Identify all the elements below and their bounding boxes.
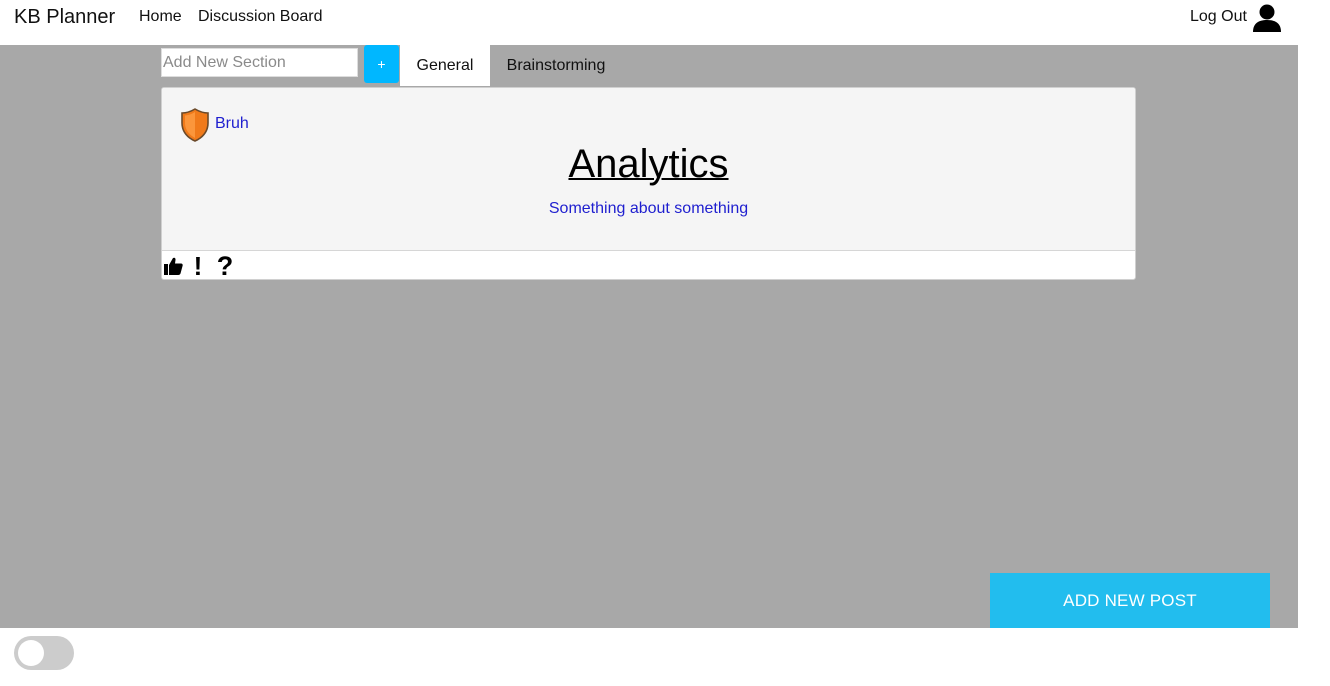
post-card-body: Bruh Analytics Something about something [162,88,1135,251]
user-icon[interactable] [1252,3,1282,33]
tab-brainstorming[interactable]: Brainstorming [494,45,618,86]
shield-icon [181,108,209,142]
navbar: KB Planner Home Discussion Board Log Out [0,0,1298,45]
add-section-input[interactable] [161,48,358,77]
post-description: Something about something [548,200,749,217]
post-title[interactable]: Analytics [162,142,1135,187]
exclamation-icon[interactable]: ! [188,251,208,280]
post-card: Bruh Analytics Something about something… [161,87,1136,280]
question-icon[interactable]: ? [214,251,236,280]
brand-title[interactable]: KB Planner [14,6,115,29]
nav-link-home[interactable]: Home [139,8,182,26]
thumbs-up-icon[interactable] [162,251,184,279]
main-content: + General Brainstorming Bruh Analytics S… [0,45,1298,628]
add-new-post-button[interactable]: ADD NEW POST [990,573,1270,628]
add-section-button[interactable]: + [364,45,399,83]
toggle-knob [18,640,44,666]
post-author-link[interactable]: Bruh [215,115,249,133]
tab-general[interactable]: General [400,45,490,86]
theme-toggle-switch[interactable] [14,636,74,670]
nav-link-discussion-board[interactable]: Discussion Board [198,8,323,26]
logout-link[interactable]: Log Out [1190,8,1247,26]
reaction-bar: ! ? [162,251,236,280]
